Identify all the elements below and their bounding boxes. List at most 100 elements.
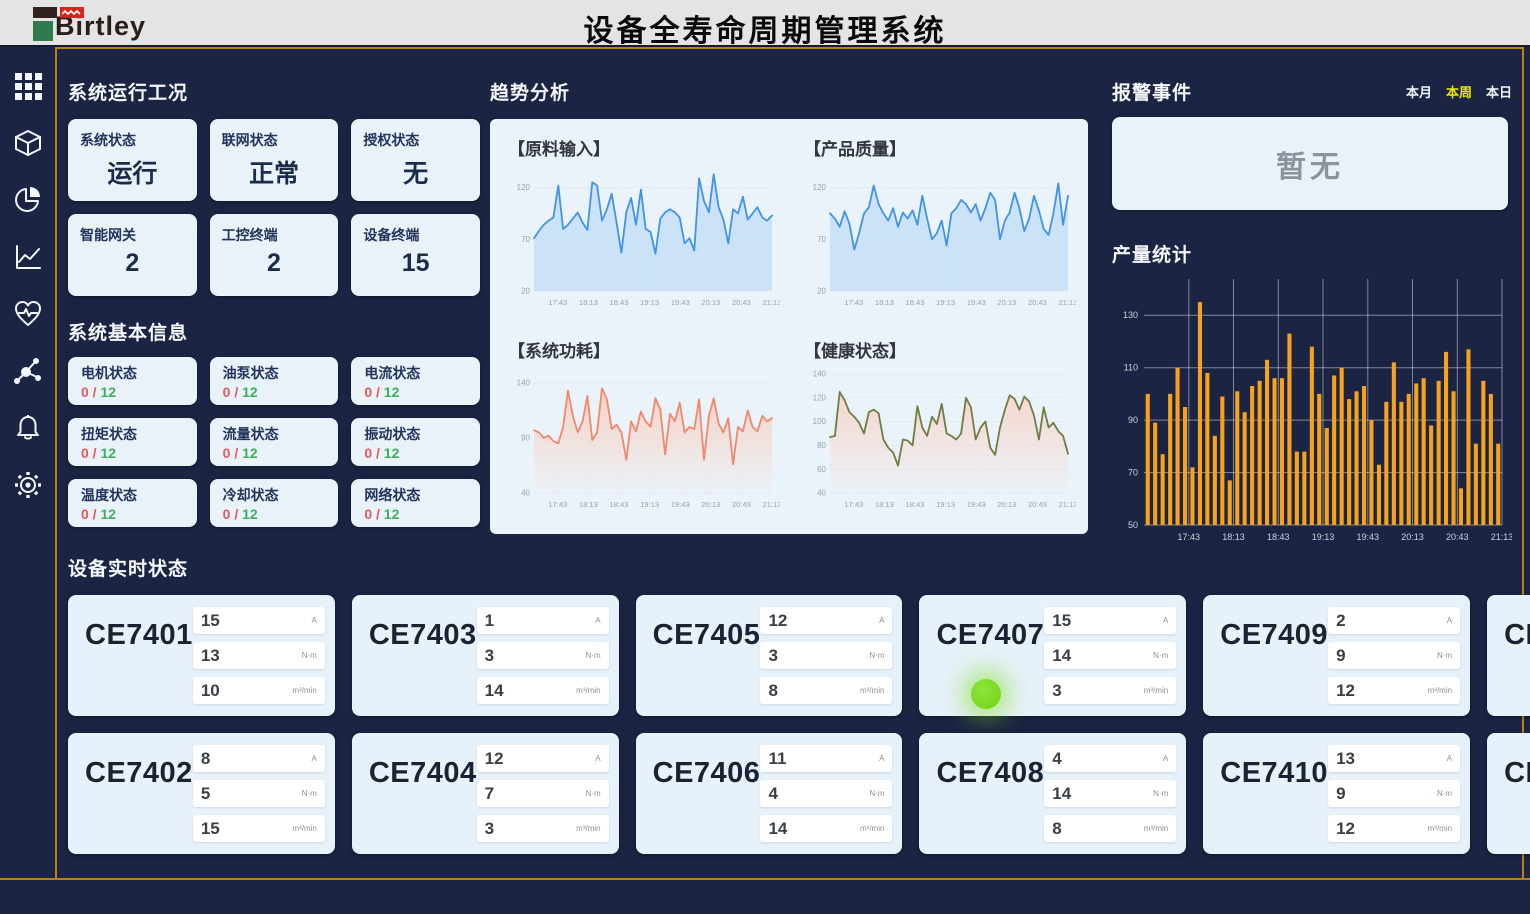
info-card: 网络状态0 / 12 <box>351 479 480 527</box>
svg-text:18:43: 18:43 <box>905 298 924 307</box>
metric-unit: m³/min <box>860 824 884 833</box>
device-card-ce7409[interactable]: CE74092A9N·m12m³/min <box>1203 595 1470 716</box>
device-card-ce7403[interactable]: CE74031A3N·m14m³/min <box>352 595 619 716</box>
metric-unit: m³/min <box>576 686 600 695</box>
svg-text:19:43: 19:43 <box>1357 532 1380 542</box>
metric-value: 14 <box>768 819 787 839</box>
status-card: 联网状态正常 <box>210 119 339 201</box>
alarm-tab-本日[interactable]: 本日 <box>1486 82 1512 101</box>
device-metric-row: 10m³/min <box>193 677 325 704</box>
metric-value: 13 <box>201 646 220 666</box>
device-card-ce7408[interactable]: CE74084A14N·m8m³/min <box>919 733 1186 854</box>
svg-text:18:43: 18:43 <box>905 500 924 509</box>
metric-value: 12 <box>1336 819 1355 839</box>
metric-unit: N·m <box>302 789 317 798</box>
info-card-label: 扭矩状态 <box>81 424 184 444</box>
device-name: CE7406 <box>636 733 761 854</box>
svg-text:19:43: 19:43 <box>671 500 690 509</box>
info-card: 温度状态0 / 12 <box>68 479 197 527</box>
metric-unit: A <box>311 754 316 763</box>
device-metrics: 13A9N·m12m³/min <box>1328 733 1470 854</box>
production-bar-chart: 17:4318:1318:4319:1319:4320:1320:4321:13… <box>1112 273 1512 550</box>
bell-icon[interactable] <box>11 411 45 445</box>
info-card-label: 振动状态 <box>364 424 467 444</box>
grid-icon[interactable] <box>11 69 45 103</box>
health-icon[interactable] <box>11 297 45 331</box>
metric-unit: N·m <box>302 651 317 660</box>
metric-unit: A <box>1163 754 1168 763</box>
svg-text:21:13: 21:13 <box>1058 298 1076 307</box>
device-metric-row: 2A <box>1328 607 1460 634</box>
svg-text:20: 20 <box>817 287 826 296</box>
metric-value: 15 <box>201 819 220 839</box>
count-current: 0 / <box>364 384 383 400</box>
device-name: CE7402 <box>68 733 193 854</box>
device-name: CE7411 <box>1487 595 1530 716</box>
count-current: 0 / <box>81 384 100 400</box>
trend-chart-canvas: 207012017:4318:1318:4319:1319:4320:1320:… <box>804 162 1076 313</box>
device-metric-row: 13 N·m <box>193 642 325 669</box>
count-total: 12 <box>384 506 400 522</box>
status-card: 工控终端2 <box>210 214 339 296</box>
metric-unit: A <box>1447 754 1452 763</box>
system-status-cards: 系统状态运行联网状态正常授权状态无智能网关2工控终端2设备终端15 <box>68 119 480 296</box>
device-card-ce7402[interactable]: CE74028A5N·m15m³/min <box>68 733 335 854</box>
section-title-devices: 设备实时状态 <box>68 554 1514 581</box>
device-name: CE7409 <box>1203 595 1328 716</box>
device-metric-row: 12A <box>477 745 609 772</box>
metric-value: 4 <box>768 784 777 804</box>
status-card: 授权状态无 <box>351 119 480 201</box>
section-title-production: 产量统计 <box>1112 240 1512 267</box>
gear-icon[interactable] <box>11 468 45 502</box>
svg-text:20:43: 20:43 <box>732 500 751 509</box>
svg-text:19:13: 19:13 <box>640 500 659 509</box>
svg-text:60: 60 <box>817 464 826 473</box>
svg-text:40: 40 <box>817 488 826 497</box>
info-card: 电机状态0 / 12 <box>68 357 197 405</box>
count-total: 12 <box>384 384 400 400</box>
count-current: 0 / <box>223 384 242 400</box>
device-card-ce7410[interactable]: CE741013A9N·m12m³/min <box>1203 733 1470 854</box>
svg-text:21:13: 21:13 <box>762 298 780 307</box>
metric-value: 8 <box>201 749 210 769</box>
device-card-ce7411[interactable]: CE741110A15N·m11m³/min <box>1487 595 1530 716</box>
device-metric-row: 14N·m <box>1044 642 1176 669</box>
section-title-alarm: 报警事件 <box>1112 78 1192 105</box>
metric-unit: A <box>879 616 884 625</box>
device-metrics: 11A4N·m14m³/min <box>760 733 902 854</box>
device-metrics: 1A3N·m14m³/min <box>477 595 619 716</box>
metric-value: 15 <box>201 611 220 631</box>
svg-text:21:13: 21:13 <box>1491 532 1512 542</box>
sidebar <box>0 47 55 878</box>
info-card-count: 0 / 12 <box>223 384 326 400</box>
network-icon[interactable] <box>11 354 45 388</box>
metric-value: 4 <box>1052 749 1061 769</box>
device-card-ce7401[interactable]: CE740115A13N·m10m³/min <box>68 595 335 716</box>
metric-unit: A <box>1163 616 1168 625</box>
info-card-label: 油泵状态 <box>223 363 326 383</box>
cube-icon[interactable] <box>11 126 45 160</box>
device-card-ce7405[interactable]: CE740512A3N·m8m³/min <box>636 595 903 716</box>
line-chart-icon[interactable] <box>11 240 45 274</box>
device-metrics: 8A5N·m15m³/min <box>193 733 335 854</box>
svg-text:20: 20 <box>521 287 530 296</box>
device-card-ce7412[interactable]: CE74126A15N·m10m³/min <box>1487 733 1530 854</box>
status-card-value: 运行 <box>80 154 185 190</box>
device-card-ce7404[interactable]: CE740412A7N·m3m³/min <box>352 733 619 854</box>
info-card: 电流状态0 / 12 <box>351 357 480 405</box>
device-card-ce7407[interactable]: CE740715A14N·m3m³/min <box>919 595 1186 716</box>
device-name: CE7405 <box>636 595 761 716</box>
pie-chart-icon[interactable] <box>11 183 45 217</box>
metric-unit: N·m <box>1437 789 1452 798</box>
alarm-tab-本月[interactable]: 本月 <box>1406 82 1432 101</box>
info-card: 扭矩状态0 / 12 <box>68 418 197 466</box>
count-current: 0 / <box>81 445 100 461</box>
alarm-tab-本周[interactable]: 本周 <box>1446 82 1472 101</box>
metric-value: 5 <box>201 784 210 804</box>
info-card-count: 0 / 12 <box>223 506 326 522</box>
svg-text:19:43: 19:43 <box>671 298 690 307</box>
info-card-label: 电流状态 <box>364 363 467 383</box>
device-card-ce7406[interactable]: CE740611A4N·m14m³/min <box>636 733 903 854</box>
svg-text:120: 120 <box>813 183 827 192</box>
device-metric-row: 4A <box>1044 745 1176 772</box>
